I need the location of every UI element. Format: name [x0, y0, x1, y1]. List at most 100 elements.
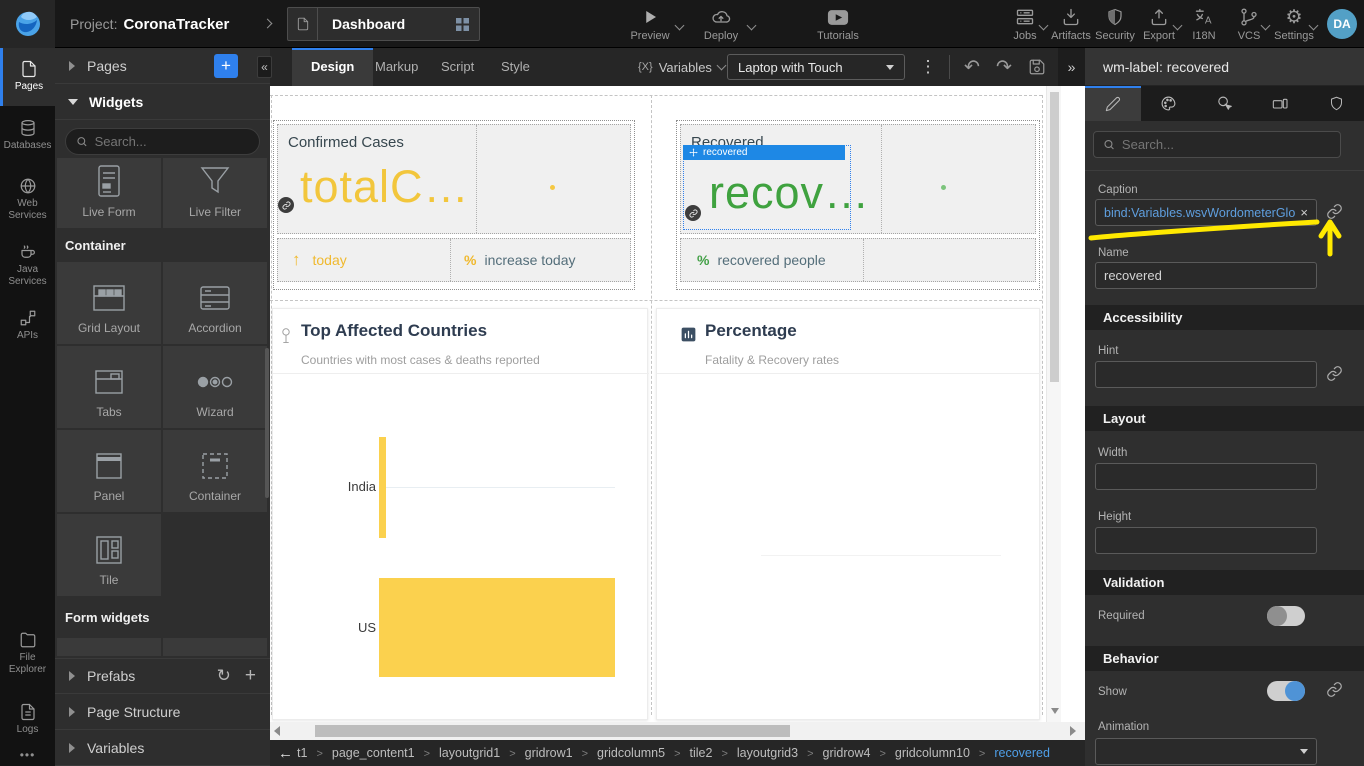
hint-bind-link-icon[interactable]: [1326, 365, 1344, 383]
increase-today-stat[interactable]: % increase today: [450, 239, 630, 281]
deploy-button[interactable]: Deploy: [693, 5, 749, 42]
add-prefab-icon[interactable]: +: [245, 665, 256, 687]
design-canvas[interactable]: Confirmed Cases totalC… ↑ today % increa…: [270, 86, 1085, 722]
widget-live-form[interactable]: Live Form: [57, 158, 161, 228]
tile1-title[interactable]: Confirmed Cases: [288, 134, 404, 151]
dashboard-grid-icon[interactable]: [456, 18, 469, 31]
vscroll-thumb[interactable]: [1050, 92, 1059, 382]
refresh-prefabs-icon[interactable]: ↻: [217, 666, 231, 686]
scroll-down-icon[interactable]: [1051, 708, 1059, 714]
device-select[interactable]: Laptop with Touch: [727, 54, 905, 80]
tile1-stats-row[interactable]: ↑ today % increase today: [277, 238, 631, 282]
sidebar-item-file-explorer[interactable]: File Explorer: [0, 620, 55, 686]
sidebar-item-logs[interactable]: Logs: [0, 692, 55, 744]
recovered-people-stat[interactable]: % recovered people: [681, 239, 863, 281]
sidebar-item-pages[interactable]: Pages: [0, 48, 55, 106]
widget-panel[interactable]: Panel: [57, 430, 161, 512]
widgets-panel-scrollbar[interactable]: [265, 348, 269, 498]
sidebar-item-java-services[interactable]: Java Services: [0, 232, 55, 296]
canvas-horizontal-scrollbar[interactable]: [270, 722, 1085, 740]
redo-button[interactable]: ↷: [992, 48, 1016, 86]
tile-recovered[interactable]: Recovered recovered recov… % recovered p…: [676, 120, 1040, 290]
scroll-right-icon[interactable]: [1070, 726, 1076, 736]
selection-badge[interactable]: recovered: [683, 145, 845, 160]
breadcrumb-item[interactable]: layoutgrid3: [712, 746, 798, 760]
sidebar-item-apis[interactable]: APIs: [0, 298, 55, 354]
breadcrumb-item[interactable]: layoutgrid1: [415, 746, 501, 760]
tab-events[interactable]: [1197, 86, 1253, 121]
collapse-panel-button[interactable]: «: [257, 56, 272, 78]
variables-section-header[interactable]: Variables: [55, 730, 270, 766]
height-field[interactable]: [1095, 527, 1317, 554]
tile-confirmed-cases[interactable]: Confirmed Cases totalC… ↑ today % increa…: [273, 120, 635, 290]
tutorials-button[interactable]: Tutorials: [810, 5, 866, 42]
show-toggle[interactable]: [1267, 681, 1305, 701]
required-toggle[interactable]: [1267, 606, 1305, 626]
back-arrow-icon[interactable]: ←: [278, 745, 293, 762]
sidebar-item-web-services[interactable]: Web Services: [0, 166, 55, 230]
tab-properties[interactable]: [1085, 86, 1141, 121]
hscroll-thumb[interactable]: [315, 725, 790, 737]
breadcrumb-item[interactable]: gridrow1: [500, 746, 572, 760]
caption-field[interactable]: bind:Variables.wsvWordometerGlobal.c ×: [1095, 199, 1317, 226]
widget-container[interactable]: Container: [163, 430, 267, 512]
today-stat[interactable]: ↑ today: [278, 239, 450, 281]
property-search-input[interactable]: [1122, 137, 1331, 152]
tile1-top-row[interactable]: Confirmed Cases totalC…: [277, 124, 631, 234]
width-field[interactable]: [1095, 463, 1317, 490]
page-tab-dashboard[interactable]: Dashboard: [287, 7, 480, 41]
bar-india[interactable]: [379, 437, 386, 538]
widget-tile[interactable]: Tile: [57, 514, 161, 596]
tab-styles[interactable]: [1141, 86, 1197, 121]
tile1-value-label[interactable]: totalC…: [300, 161, 470, 213]
breadcrumb-item[interactable]: gridcolumn5: [573, 746, 666, 760]
add-page-button[interactable]: +: [214, 54, 238, 78]
breadcrumb-item-active[interactable]: recovered: [970, 746, 1050, 760]
tab-devices[interactable]: [1252, 86, 1308, 121]
canvas-vertical-scrollbar[interactable]: [1046, 86, 1061, 722]
widget-tabs[interactable]: Tabs: [57, 346, 161, 428]
hint-field[interactable]: [1095, 361, 1317, 388]
rail-more-button[interactable]: •••: [0, 748, 55, 766]
breadcrumb-item[interactable]: gridrow4: [798, 746, 870, 760]
tile2-stats-row[interactable]: % recovered people: [680, 238, 1036, 282]
bind-icon[interactable]: [278, 197, 294, 213]
show-bind-link-icon[interactable]: [1326, 681, 1344, 699]
card-top-affected-countries[interactable]: Top Affected Countries Countries with mo…: [272, 308, 648, 720]
widget-grid-layout[interactable]: Grid Layout: [57, 262, 161, 344]
sidebar-item-databases[interactable]: Databases: [0, 108, 55, 164]
caption-bind-link-icon[interactable]: [1326, 203, 1344, 221]
tab-style[interactable]: Style: [482, 48, 549, 86]
undo-button[interactable]: ↶: [960, 48, 984, 86]
save-button[interactable]: [1024, 48, 1050, 86]
widget-search[interactable]: [65, 128, 260, 155]
user-avatar[interactable]: DA: [1327, 9, 1357, 39]
caption-value[interactable]: bind:Variables.wsvWordometerGlobal.c: [1104, 206, 1296, 220]
widget-wizard[interactable]: Wizard: [163, 346, 267, 428]
page-structure-section-header[interactable]: Page Structure: [55, 694, 270, 730]
bind-icon[interactable]: [685, 205, 701, 221]
pages-section-header[interactable]: Pages +: [55, 48, 270, 84]
clear-binding-icon[interactable]: ×: [1300, 205, 1308, 220]
widget-accordion[interactable]: Accordion: [163, 262, 267, 344]
card-percentage[interactable]: Percentage Fatality & Recovery rates: [656, 308, 1040, 720]
property-search[interactable]: [1093, 131, 1341, 158]
breadcrumb-item[interactable]: tile2: [665, 746, 712, 760]
animation-select[interactable]: [1095, 738, 1317, 765]
expand-right-panel-button[interactable]: »: [1058, 48, 1085, 86]
more-options-button[interactable]: ⋮: [918, 48, 938, 86]
name-field[interactable]: [1095, 262, 1317, 289]
widget-live-filter[interactable]: Live Filter: [163, 158, 267, 228]
prefabs-section-header[interactable]: Prefabs ↻ +: [55, 658, 270, 694]
tile2-value-label[interactable]: recov…: [709, 167, 870, 219]
bar-us[interactable]: [379, 578, 615, 677]
tile2-top-row[interactable]: Recovered recovered recov…: [680, 124, 1036, 234]
breadcrumb-item[interactable]: gridcolumn10: [870, 746, 969, 760]
tab-security[interactable]: [1308, 86, 1364, 121]
app-logo[interactable]: [0, 0, 55, 48]
breadcrumb-item[interactable]: t1: [297, 746, 307, 760]
variables-button[interactable]: {X} Variables: [638, 48, 725, 86]
widgets-section-header[interactable]: Widgets: [55, 84, 270, 120]
preview-button[interactable]: Preview: [622, 5, 678, 42]
widget-search-input[interactable]: [95, 134, 249, 149]
